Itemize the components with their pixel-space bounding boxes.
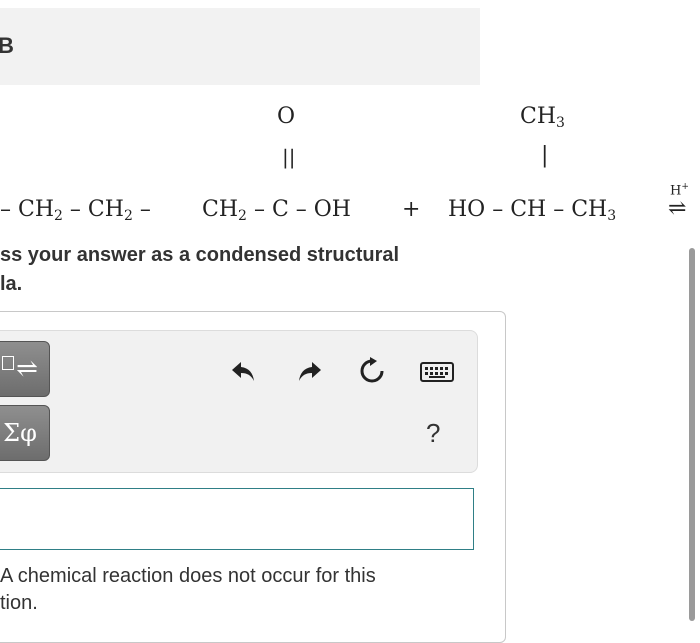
answer-instructions: ss your answer as a condensed structural… — [0, 241, 470, 299]
help-button[interactable]: ? — [426, 418, 440, 449]
editor-toolbar — [0, 330, 478, 473]
instruction-line-1: ss your answer as a condensed structural — [0, 244, 400, 266]
chain-segment-2: CH2 – C – OH — [202, 197, 351, 224]
template-box-icon — [2, 356, 15, 370]
single-bond: | — [541, 143, 549, 168]
redo-icon[interactable] — [294, 356, 324, 386]
templates-button[interactable]: ⇌ — [0, 341, 50, 397]
reset-icon[interactable] — [357, 356, 387, 386]
keyboard-icon[interactable] — [420, 360, 454, 384]
alcohol-reactant: HO – CH – CH3 — [448, 197, 617, 224]
carbonyl-oxygen: O — [277, 104, 296, 129]
chain-segment-1: – CH2 – CH2 – — [0, 197, 151, 224]
undo-icon[interactable] — [229, 356, 259, 386]
part-header[interactable] — [0, 8, 480, 85]
double-bond: || — [282, 145, 296, 169]
methyl-branch: CH3 — [520, 104, 565, 131]
part-label: B — [0, 33, 14, 58]
no-reaction-line-1: A chemical reaction does not occur for t… — [0, 565, 376, 587]
no-reaction-option[interactable]: A chemical reaction does not occur for t… — [0, 563, 460, 617]
answer-input[interactable] — [0, 488, 474, 550]
equilibrium-arrow: ⇌ — [668, 196, 687, 221]
no-reaction-line-2: tion. — [0, 592, 38, 614]
scrollbar[interactable] — [689, 248, 695, 621]
greek-symbols-button[interactable]: Σφ — [0, 405, 50, 461]
plus-sign: + — [402, 197, 421, 222]
instruction-line-2: la. — [0, 273, 23, 295]
